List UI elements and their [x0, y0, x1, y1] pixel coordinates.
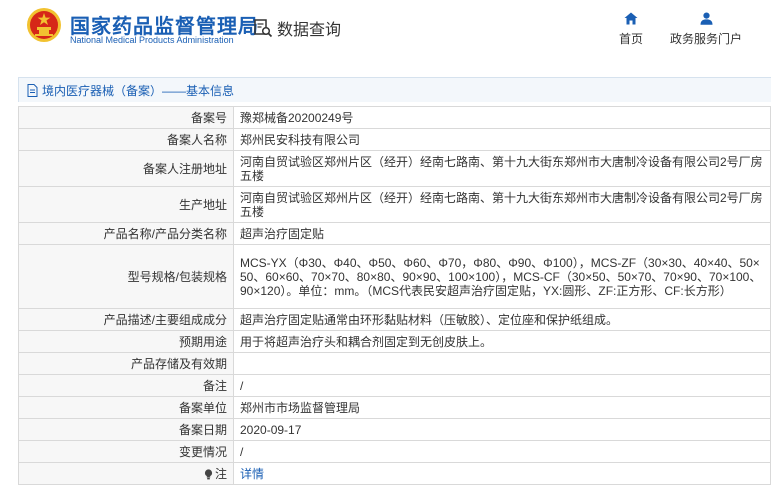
- field-label: 产品描述/主要组成成分: [18, 308, 234, 331]
- field-label: 生产地址: [18, 186, 234, 223]
- field-value: 豫郑械备20200249号: [233, 106, 771, 129]
- home-icon: [624, 12, 638, 25]
- field-value: MCS-YX（Φ30、Φ40、Φ50、Φ60、Φ70，Φ80、Φ90、Φ100）…: [233, 244, 771, 309]
- field-label: 型号规格/包装规格: [18, 244, 234, 309]
- data-query-label: 数据查询: [277, 22, 342, 39]
- details-link[interactable]: 详情: [240, 467, 264, 481]
- section-title: 境内医疗器械（备案）——基本信息: [42, 83, 235, 98]
- search-document-icon: [254, 19, 273, 38]
- field-label: 预期用途: [18, 330, 234, 353]
- field-value: [233, 352, 771, 375]
- national-emblem-logo[interactable]: [26, 7, 62, 43]
- table-row: 注 详情: [18, 462, 771, 485]
- field-label: 备案日期: [18, 418, 234, 441]
- field-label: 备案人注册地址: [18, 150, 234, 187]
- site-name-en: National Medical Products Administration: [70, 35, 234, 45]
- details-link-cell: 详情: [233, 462, 771, 485]
- nav-government-portal[interactable]: 政务服务门户: [668, 12, 744, 47]
- field-value: 郑州民安科技有限公司: [233, 128, 771, 151]
- note-label: 注: [214, 466, 227, 481]
- table-row: 备案单位 郑州市市场监督管理局: [18, 396, 771, 419]
- site-header: 国家药品监督管理局 National Medical Products Admi…: [0, 0, 771, 62]
- table-row: 备案日期 2020-09-17: [18, 418, 771, 441]
- record-detail-table: 备案号 豫郑械备20200249号 备案人名称 郑州民安科技有限公司 备案人注册…: [18, 106, 771, 485]
- field-label: 变更情况: [18, 440, 234, 463]
- field-label: 备案人名称: [18, 128, 234, 151]
- table-row: 备注 /: [18, 374, 771, 397]
- field-label: 备注: [18, 374, 234, 397]
- lightbulb-icon: [204, 468, 213, 479]
- note-label-cell: 注: [18, 462, 234, 485]
- table-row: 备案人注册地址 河南自贸试验区郑州片区（经开）经南七路南、第十九大街东郑州市大唐…: [18, 150, 771, 187]
- field-value: 河南自贸试验区郑州片区（经开）经南七路南、第十九大街东郑州市大唐制冷设备有限公司…: [233, 150, 771, 187]
- table-row: 型号规格/包装规格 MCS-YX（Φ30、Φ40、Φ50、Φ60、Φ70，Φ80…: [18, 244, 771, 309]
- field-value: /: [233, 374, 771, 397]
- data-query-link[interactable]: 数据查询: [253, 17, 341, 39]
- table-row: 备案人名称 郑州民安科技有限公司: [18, 128, 771, 151]
- field-value: 超声治疗固定贴通常由环形黏贴材料（压敏胶）、定位座和保护纸组成。: [233, 308, 771, 331]
- nav-portal-label: 政务服务门户: [669, 32, 742, 46]
- field-label: 产品存储及有效期: [18, 352, 234, 375]
- field-value: 超声治疗固定贴: [233, 222, 771, 245]
- field-label: 备案单位: [18, 396, 234, 419]
- field-value: 用于将超声治疗头和耦合剂固定到无创皮肤上。: [233, 330, 771, 353]
- nav-home-label: 首页: [618, 32, 643, 46]
- table-row: 变更情况 /: [18, 440, 771, 463]
- field-value: /: [233, 440, 771, 463]
- field-value: 2020-09-17: [233, 418, 771, 441]
- document-icon: [27, 83, 38, 97]
- table-row: 产品存储及有效期: [18, 352, 771, 375]
- field-label: 产品名称/产品分类名称: [18, 222, 234, 245]
- field-value: 河南自贸试验区郑州片区（经开）经南七路南、第十九大街东郑州市大唐制冷设备有限公司…: [233, 186, 771, 223]
- section-title-bar: 境内医疗器械（备案）——基本信息: [18, 77, 771, 102]
- table-row: 产品名称/产品分类名称 超声治疗固定贴: [18, 222, 771, 245]
- field-label: 备案号: [18, 106, 234, 129]
- table-row: 生产地址 河南自贸试验区郑州片区（经开）经南七路南、第十九大街东郑州市大唐制冷设…: [18, 186, 771, 223]
- table-row: 预期用途 用于将超声治疗头和耦合剂固定到无创皮肤上。: [18, 330, 771, 353]
- table-row: 产品描述/主要组成成分 超声治疗固定贴通常由环形黏贴材料（压敏胶）、定位座和保护…: [18, 308, 771, 331]
- nav-home[interactable]: 首页: [615, 12, 647, 47]
- table-row: 备案号 豫郑械备20200249号: [18, 106, 771, 129]
- user-icon: [700, 12, 712, 25]
- field-value: 郑州市市场监督管理局: [233, 396, 771, 419]
